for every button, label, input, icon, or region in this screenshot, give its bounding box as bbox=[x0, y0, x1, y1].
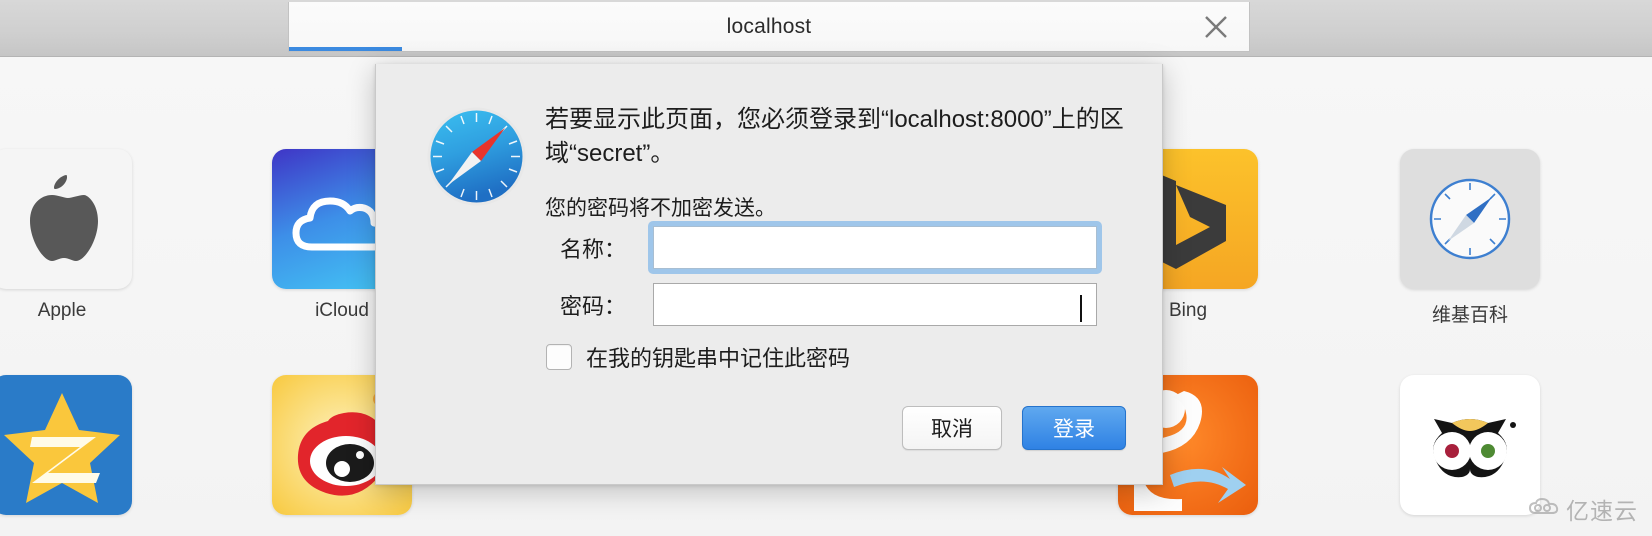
password-field-row: 密码： bbox=[515, 283, 1125, 326]
dialog-submessage: 您的密码将不加密发送。 bbox=[545, 197, 776, 221]
dialog-text-block: 若要显示此页面，您必须登录到“localhost:8000”上的区域“secre… bbox=[545, 103, 1125, 222]
favorite-label: 维基百科 bbox=[1431, 305, 1508, 326]
page-load-progress-bar bbox=[289, 47, 402, 51]
name-field-focus-ring bbox=[648, 221, 1102, 274]
favorite-wikipedia[interactable]: 维基百科 bbox=[1400, 149, 1540, 327]
zhihu-star-z-icon bbox=[0, 375, 132, 515]
tab-title: localhost bbox=[726, 14, 812, 38]
favorite-tripadvisor[interactable] bbox=[1400, 375, 1540, 526]
apple-logo-icon bbox=[0, 149, 132, 289]
dialog-button-group: 取消 登录 bbox=[902, 406, 1126, 450]
favorite-label: Apple bbox=[37, 300, 87, 321]
cloud-icon bbox=[1528, 497, 1559, 522]
remember-password-row[interactable]: 在我的钥匙串中记住此密码 bbox=[546, 341, 850, 373]
watermark-text: 亿速云 bbox=[1566, 498, 1638, 524]
login-button[interactable]: 登录 bbox=[1022, 406, 1126, 450]
name-field-label: 名称： bbox=[559, 236, 626, 262]
browser-chrome: localhost bbox=[0, 0, 1652, 57]
remember-password-checkbox[interactable] bbox=[546, 344, 572, 370]
watermark: 亿速云 bbox=[1528, 492, 1638, 526]
dialog-message: 若要显示此页面，您必须登录到“localhost:8000”上的区域“secre… bbox=[545, 106, 1124, 168]
remember-password-label: 在我的钥匙串中记住此密码 bbox=[586, 346, 851, 371]
safari-compass-icon bbox=[425, 105, 528, 208]
tripadvisor-owl-icon bbox=[1400, 375, 1540, 515]
name-field-row: 名称： bbox=[515, 221, 1125, 274]
http-auth-dialog: 若要显示此页面，您必须登录到“localhost:8000”上的区域“secre… bbox=[375, 64, 1163, 485]
cancel-button[interactable]: 取消 bbox=[902, 406, 1002, 450]
favorite-apple[interactable]: Apple bbox=[0, 149, 132, 322]
browser-window: Apple iCloud Bing 维基百科 localhost 若要显示此页面… bbox=[0, 0, 1652, 536]
close-x-icon[interactable] bbox=[1201, 12, 1231, 42]
favorite-zhihu[interactable] bbox=[0, 375, 132, 526]
text-cursor bbox=[1080, 295, 1082, 322]
name-input[interactable] bbox=[653, 226, 1097, 269]
password-field-label: 密码： bbox=[559, 293, 626, 319]
safari-compass-icon bbox=[1400, 149, 1540, 289]
password-input[interactable] bbox=[653, 283, 1097, 326]
browser-tab[interactable]: localhost bbox=[288, 2, 1250, 52]
